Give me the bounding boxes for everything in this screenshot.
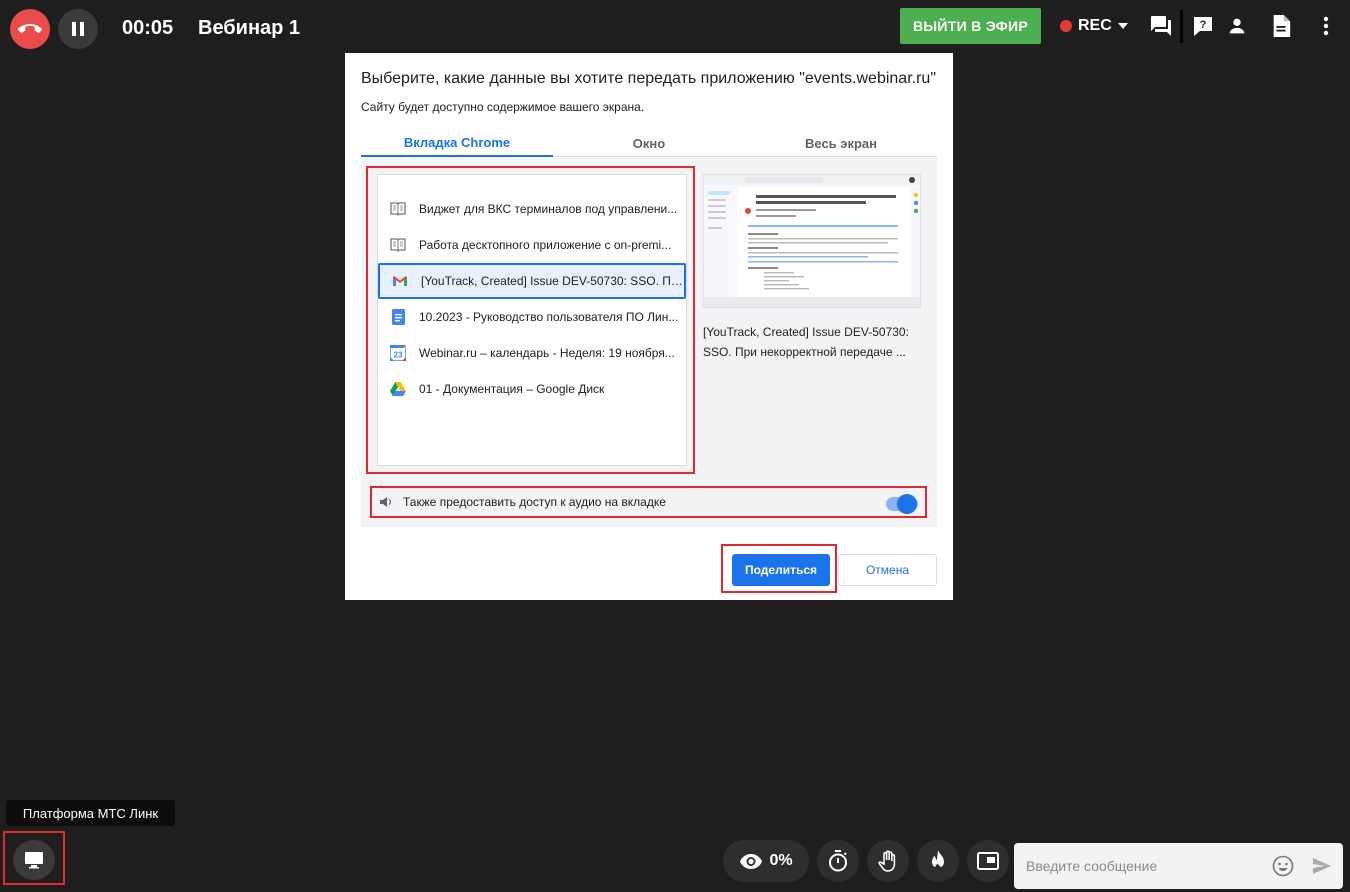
share-source-tabs: Вкладка Chrome Окно Весь экран — [361, 130, 937, 157]
tab-preview-thumbnail — [703, 174, 921, 308]
pause-icon — [72, 22, 84, 36]
message-input[interactable] — [1026, 856, 1266, 876]
toolbar-divider — [1180, 10, 1183, 43]
tab-list-item[interactable]: Виджет для ВКС терминалов под управлени.… — [378, 191, 686, 227]
broadcast-timer: 00:05 — [122, 17, 174, 39]
question-bubble-icon: ? — [1194, 17, 1212, 36]
calendar-icon-day: 23 — [394, 351, 403, 360]
speaker-icon — [380, 497, 392, 507]
pause-button[interactable] — [58, 9, 98, 49]
screen-share-button[interactable] — [13, 840, 55, 880]
tab-chrome-tab[interactable]: Вкладка Chrome — [361, 130, 553, 157]
dialog-subtitle: Сайту будет доступно содержимое вашего э… — [361, 100, 645, 114]
share-audio-toggle-knob[interactable] — [897, 494, 917, 514]
tab-list-item[interactable]: 10.2023 - Руководство пользователя ПО Ли… — [378, 299, 686, 335]
picture-in-picture-icon — [977, 852, 999, 870]
files-button[interactable] — [1269, 14, 1293, 38]
emoji-icon[interactable] — [1272, 855, 1294, 877]
calendar-icon: 23 — [390, 345, 406, 361]
hang-up-button[interactable] — [10, 9, 50, 49]
drive-icon — [390, 381, 406, 397]
flame-icon — [932, 850, 944, 871]
go-live-button[interactable]: ВЫЙТИ В ЭФИР — [900, 8, 1041, 44]
top-bar: 00:05 Вебинар 1 ВЫЙТИ В ЭФИР REC ? — [0, 0, 1350, 56]
questions-button[interactable]: ? — [1191, 14, 1215, 38]
tab-list-item-label: 01 - Документация – Google Диск — [419, 382, 605, 396]
gmail-icon — [392, 273, 408, 289]
monitor-icon — [25, 852, 43, 869]
bottom-controls: 0% — [723, 840, 1009, 882]
chat-icon — [1151, 16, 1171, 36]
share-button[interactable]: Поделиться — [732, 554, 830, 586]
tab-list[interactable]: Виджет для ВКС терминалов под управлени.… — [377, 174, 687, 466]
reactions-button[interactable] — [917, 840, 959, 882]
share-audio-option[interactable]: Также предоставить доступ к аудио на вкл… — [377, 487, 937, 517]
chat-message-box — [1014, 843, 1343, 889]
record-label: REC — [1078, 17, 1112, 34]
tab-list-item-label: Webinar.ru – календарь - Неделя: 19 нояб… — [419, 346, 675, 360]
picture-in-picture-button[interactable] — [967, 840, 1009, 882]
caret-down-icon — [1117, 23, 1128, 29]
viewers-percent: 0% — [769, 852, 793, 869]
svg-text:?: ? — [1200, 19, 1207, 31]
viewers-indicator[interactable]: 0% — [723, 840, 809, 882]
share-audio-label: Также предоставить доступ к аудио на вкл… — [403, 495, 666, 509]
tab-list-item-selected[interactable]: [YouTrack, Created] Issue DEV-50730: SSO… — [378, 263, 686, 299]
dialog-title: Выберите, какие данные вы хотите передат… — [361, 70, 936, 87]
screen-share-dialog: Выберите, какие данные вы хотите передат… — [345, 53, 953, 600]
tab-preview-caption: [YouTrack, Created] Issue DEV-50730: SSO… — [703, 325, 909, 359]
chat-button[interactable] — [1149, 14, 1173, 38]
book-icon — [390, 201, 406, 217]
participants-button[interactable] — [1225, 14, 1249, 38]
document-icon — [1273, 15, 1291, 37]
more-vertical-icon — [1323, 16, 1329, 36]
send-icon[interactable] — [1312, 856, 1332, 876]
record-button[interactable]: REC — [1060, 16, 1128, 36]
cancel-button[interactable]: Отмена — [838, 554, 937, 586]
tab-list-item-label: Работа десктопного приложение с on-premi… — [419, 238, 672, 252]
tab-list-item[interactable]: 01 - Документация – Google Диск — [378, 371, 686, 407]
preview-thumbnail-image — [704, 175, 920, 307]
share-panel: Виджет для ВКС терминалов под управлени.… — [361, 157, 937, 527]
phone-hangup-icon — [18, 24, 42, 33]
more-menu-button[interactable] — [1314, 14, 1338, 38]
docs-icon — [390, 309, 406, 325]
tab-list-item-label: [YouTrack, Created] Issue DEV-50730: SSO… — [421, 274, 684, 288]
timer-button[interactable] — [817, 840, 859, 882]
screen-share-tooltip: Платформа МТС Линк — [6, 800, 175, 826]
webinar-title: Вебинар 1 — [198, 17, 301, 39]
tab-entire-screen[interactable]: Весь экран — [745, 130, 937, 157]
tab-list-item[interactable]: Работа десктопного приложение с on-premi… — [378, 227, 686, 263]
person-icon — [1229, 18, 1245, 34]
tab-window[interactable]: Окно — [553, 130, 745, 157]
tab-list-item[interactable]: 23 Webinar.ru – календарь - Неделя: 19 н… — [378, 335, 686, 371]
eye-icon — [740, 854, 763, 869]
tab-list-item-label: Виджет для ВКС терминалов под управлени.… — [419, 202, 678, 216]
hand-icon — [878, 850, 896, 872]
stopwatch-icon — [829, 850, 847, 872]
tab-list-item-label: 10.2023 - Руководство пользователя ПО Ли… — [419, 310, 679, 324]
raise-hand-button[interactable] — [867, 840, 909, 882]
book-icon — [390, 237, 406, 253]
record-dot-icon — [1060, 20, 1072, 32]
